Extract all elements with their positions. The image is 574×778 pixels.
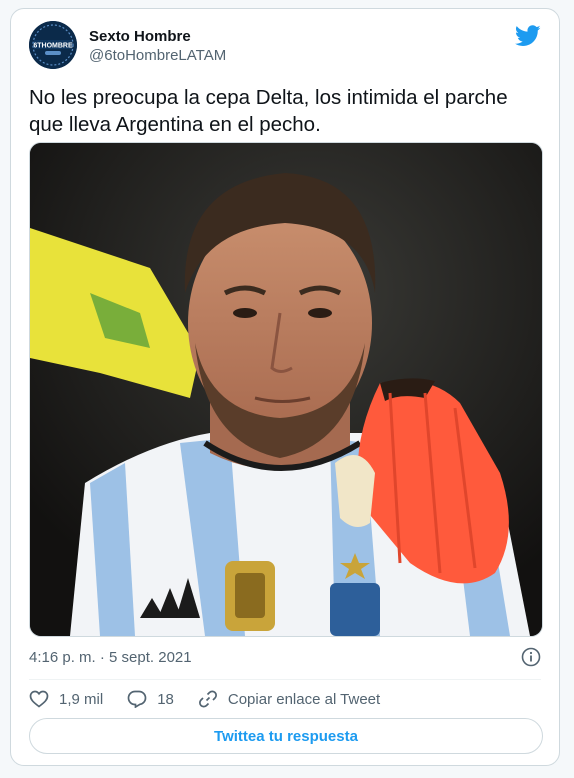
- reply-count: 18: [157, 690, 174, 708]
- info-icon[interactable]: [521, 647, 541, 667]
- sexto-hombre-logo-icon: 6THOMBRE: [29, 21, 77, 69]
- author-handle[interactable]: @6toHombreLATAM: [89, 46, 226, 65]
- copy-link-label: Copiar enlace al Tweet: [227, 690, 381, 708]
- tweet-card: 6THOMBRE Sexto Hombre @6toHombreLATAM No…: [10, 8, 560, 766]
- author-info: Sexto Hombre @6toHombreLATAM: [89, 27, 226, 65]
- divider: [29, 679, 541, 680]
- heart-icon: [29, 690, 49, 708]
- reply-icon: [127, 690, 147, 708]
- tweet-actions: 1,9 mil 18 Copiar enlace al Tweet: [29, 687, 404, 711]
- reply-button[interactable]: 18: [127, 690, 174, 708]
- copy-link-button[interactable]: Copiar enlace al Tweet: [198, 689, 380, 709]
- photo-soccer-player-icon: [30, 143, 542, 636]
- svg-text:6THOMBRE: 6THOMBRE: [33, 43, 73, 50]
- author-name[interactable]: Sexto Hombre: [89, 27, 226, 46]
- tweet-text: No les preocupa la cepa Delta, los intim…: [29, 86, 508, 136]
- tweet-photo[interactable]: [29, 142, 543, 637]
- tweet-header: 6THOMBRE Sexto Hombre @6toHombreLATAM: [29, 19, 541, 83]
- reply-input-button[interactable]: Twittea tu respuesta: [29, 718, 543, 754]
- tweet-timestamp[interactable]: 4:16 p. m. · 5 sept. 2021: [29, 649, 192, 666]
- like-count: 1,9 mil: [59, 690, 104, 708]
- avatar[interactable]: 6THOMBRE: [29, 21, 77, 69]
- like-button[interactable]: 1,9 mil: [29, 690, 103, 708]
- link-icon: [198, 690, 217, 708]
- twitter-bird-icon[interactable]: [515, 25, 541, 47]
